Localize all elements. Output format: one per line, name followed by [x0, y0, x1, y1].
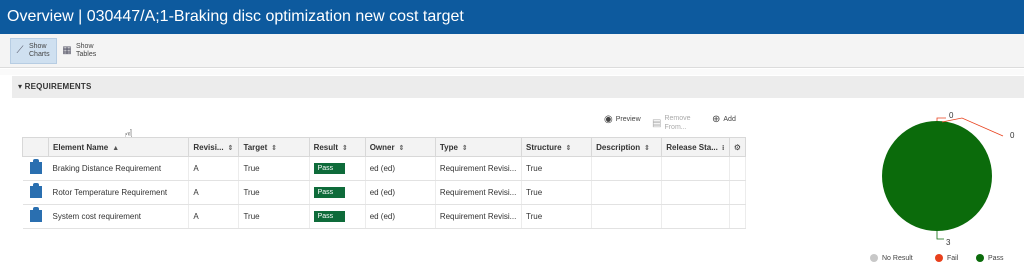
- sort-icon[interactable]: ⇕: [644, 145, 650, 152]
- column-header-revision[interactable]: Revisi... ⇕: [188, 137, 240, 157]
- column-header-release-status[interactable]: Release Sta... ⁝: [661, 137, 730, 157]
- cell-element-name[interactable]: Rotor Temperature Requirement: [48, 180, 190, 205]
- column-header-description[interactable]: Description ⇕: [591, 137, 663, 157]
- cell-description: [591, 156, 663, 181]
- sort-icon[interactable]: ⇕: [342, 145, 348, 152]
- status-badge: Pass: [313, 211, 345, 222]
- table-row[interactable]: Braking Distance Requirement A True Pass…: [22, 156, 747, 181]
- cell-release-status: [661, 180, 730, 205]
- show-charts-button[interactable]: ⟋ Show Charts: [10, 38, 57, 64]
- legend-item-pass[interactable]: Pass: [976, 254, 1004, 262]
- cell-description: [591, 204, 663, 229]
- sort-icon[interactable]: ⇕: [566, 145, 572, 152]
- column-header-structure[interactable]: Structure ⇕: [520, 137, 593, 157]
- cell-description: [591, 180, 663, 205]
- results-pie-chart[interactable]: 0 0 3: [862, 108, 1024, 248]
- toolbar: ⟋ Show Charts ▦ Show Tables: [0, 34, 1024, 68]
- sort-asc-icon[interactable]: ▲: [112, 145, 119, 152]
- cell-owner[interactable]: ed (ed): [365, 180, 436, 205]
- requirements-section-header[interactable]: ▾ REQUIREMENTS: [12, 76, 1024, 98]
- pie-slice-pass[interactable]: [882, 121, 992, 231]
- column-menu-icon[interactable]: ⁝: [722, 145, 725, 152]
- column-settings-gear-icon[interactable]: ⚙: [728, 137, 747, 157]
- status-badge: Pass: [313, 163, 345, 174]
- data-label: 0: [1010, 131, 1015, 140]
- cell-release-status: [661, 204, 730, 229]
- cell-structure: True: [521, 156, 593, 181]
- preview-label: Preview: [615, 116, 641, 123]
- sort-icon[interactable]: ⇕: [462, 145, 468, 152]
- cell-target: True: [238, 156, 310, 181]
- add-circle-icon: ⊕: [712, 114, 721, 125]
- requirement-icon: [22, 204, 49, 229]
- status-badge: Pass: [313, 187, 345, 198]
- cell-result: Pass: [309, 180, 366, 205]
- remove-icon: ▤: [652, 117, 662, 129]
- cell-target: True: [238, 180, 310, 205]
- remove-from-button[interactable]: ▤ Remove From...: [652, 114, 702, 132]
- preview-button[interactable]: ◉ Preview: [604, 114, 641, 125]
- legend-dot-fail: [935, 254, 943, 262]
- cell-result: Pass: [309, 156, 366, 181]
- show-charts-label: Show Charts: [29, 43, 50, 58]
- cell-element-name[interactable]: Braking Distance Requirement: [48, 156, 190, 181]
- legend-dot-no-result: [870, 254, 878, 262]
- cell-result: Pass: [309, 204, 366, 229]
- cell-spacer: [729, 180, 747, 205]
- table-icon: ▦: [62, 45, 72, 56]
- sort-icon[interactable]: ⇕: [399, 145, 405, 152]
- column-header-icon: [21, 137, 50, 157]
- data-label: 0: [949, 111, 954, 120]
- show-tables-label: Show Tables: [76, 43, 97, 58]
- chart-icon: ⟋: [16, 45, 24, 56]
- legend-item-no-result[interactable]: No Result: [870, 254, 913, 262]
- section-title: REQUIREMENTS: [24, 82, 92, 91]
- cell-type: Requirement Revisi...: [435, 180, 523, 205]
- leader-line: [936, 117, 946, 121]
- sort-icon[interactable]: ⇕: [271, 145, 277, 152]
- table-row[interactable]: Rotor Temperature Requirement A True Pas…: [22, 180, 747, 205]
- show-tables-button[interactable]: ▦ Show Tables: [58, 38, 103, 64]
- column-header-target[interactable]: Target ⇕: [238, 137, 310, 157]
- legend-label: Pass: [988, 254, 1004, 262]
- cell-structure: True: [521, 180, 593, 205]
- legend-dot-pass: [976, 254, 984, 262]
- column-header-owner[interactable]: Owner ⇕: [364, 137, 436, 157]
- cell-type: Requirement Revisi...: [435, 204, 523, 229]
- cell-target: True: [238, 204, 310, 229]
- add-button[interactable]: ⊕ Add: [712, 114, 736, 125]
- requirement-icon: [22, 156, 49, 181]
- column-header-result[interactable]: Result ⇕: [308, 137, 366, 157]
- legend-item-fail[interactable]: Fail: [935, 254, 958, 262]
- legend-label: No Result: [882, 254, 913, 262]
- collapse-toggle-icon[interactable]: ▾: [18, 82, 22, 91]
- data-label: 3: [946, 238, 951, 247]
- eye-icon: ◉: [604, 114, 613, 125]
- cell-revision: A: [188, 156, 240, 181]
- cell-type: Requirement Revisi...: [435, 156, 523, 181]
- remove-from-label: Remove From...: [664, 115, 691, 131]
- table-row[interactable]: System cost requirement A True Pass ed (…: [22, 204, 747, 229]
- column-header-element-name[interactable]: Element Name ▲: [48, 137, 190, 157]
- sort-icon[interactable]: ⇕: [228, 145, 234, 152]
- column-header-type[interactable]: Type ⇕: [434, 137, 523, 157]
- cell-revision: A: [188, 180, 240, 205]
- section-spacer: [0, 69, 1024, 75]
- cell-release-status: [661, 156, 730, 181]
- requirements-table: Element Name ▲ Revisi... ⇕ Target ⇕ Result ⇕…: [21, 137, 747, 229]
- leader-line: [936, 231, 944, 240]
- window-title: Overview | 030447/A;1-Braking disc optim…: [0, 0, 1024, 34]
- cell-element-name[interactable]: System cost requirement: [48, 204, 190, 229]
- table-header-row: Element Name ▲ Revisi... ⇕ Target ⇕ Result ⇕…: [21, 137, 747, 157]
- cell-spacer: [729, 204, 747, 229]
- cell-revision: A: [188, 204, 240, 229]
- cell-owner[interactable]: ed (ed): [365, 156, 436, 181]
- requirement-icon: [22, 180, 49, 205]
- cell-structure: True: [521, 204, 593, 229]
- cell-spacer: [729, 156, 747, 181]
- add-label: Add: [723, 116, 736, 123]
- legend-label: Fail: [947, 254, 959, 262]
- cell-owner[interactable]: ed (ed): [365, 204, 436, 229]
